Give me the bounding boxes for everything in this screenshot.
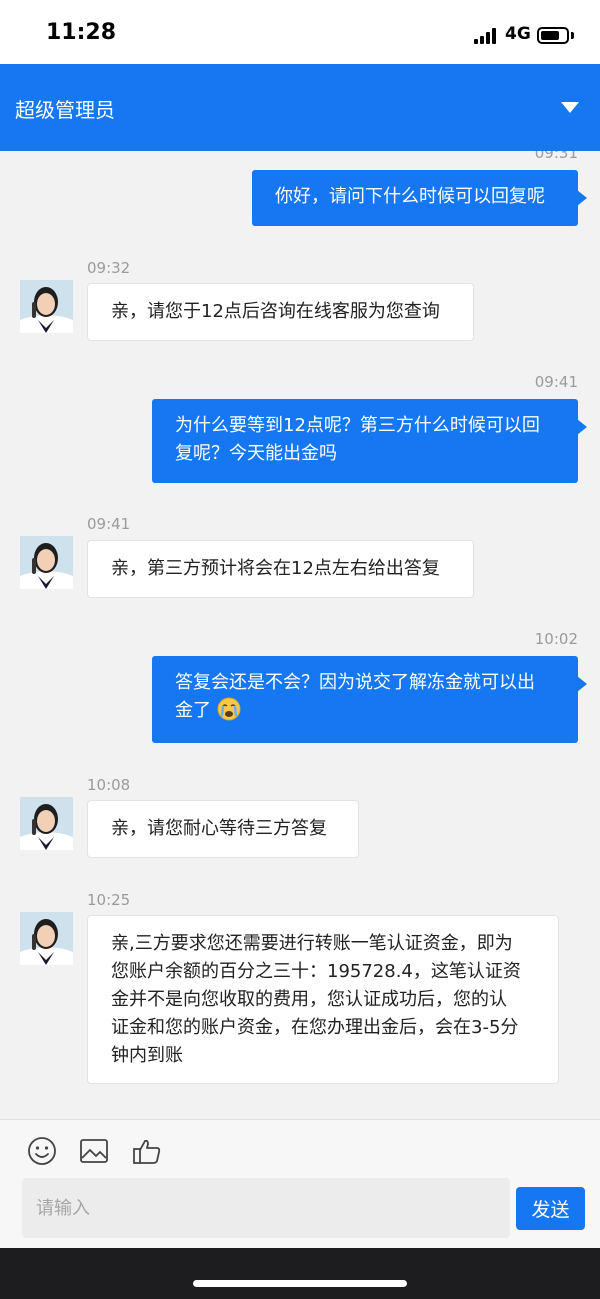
emoji-icon[interactable] (27, 1136, 57, 1166)
message-list[interactable]: 09:31 你好，请问下什么时候可以回复呢 09:32 亲，请您于12点后咨询在… (0, 151, 600, 1119)
incoming-message[interactable]: 亲，请您耐心等待三方答复 (87, 800, 359, 858)
message-input[interactable] (22, 1178, 510, 1238)
triangle-down-icon[interactable] (561, 102, 579, 113)
battery-icon (537, 27, 569, 44)
message-text: 亲，请您耐心等待三方答复 (111, 818, 327, 839)
message-time: 09:41 (87, 515, 131, 533)
message-text: 为什么要等到12点呢？第三方什么时候可以回 (175, 415, 540, 436)
chat-header: 超级管理员 (0, 64, 600, 151)
agent-avatar[interactable] (20, 280, 73, 333)
outgoing-message[interactable]: 你好，请问下什么时候可以回复呢 (252, 170, 587, 226)
message-line: 金了 (175, 697, 578, 730)
battery-level (541, 31, 559, 40)
agent-avatar[interactable] (20, 536, 73, 589)
message-text: 复呢？今天能出金吗 (175, 443, 337, 464)
image-icon[interactable] (79, 1136, 109, 1166)
incoming-message[interactable]: 亲,三方要求您还需要进行转账一笔认证资金，即为 您账户余额的百分之三十：1957… (87, 915, 559, 1084)
composer-toolbar: 发送 (0, 1119, 600, 1248)
chat-title: 超级管理员 (15, 98, 115, 122)
message-text: 您账户余额的百分之三十：195728.4，这笔认证资 (111, 961, 521, 982)
message-time: 10:02 (534, 630, 578, 648)
message-text: 你好，请问下什么时候可以回复呢 (275, 186, 545, 207)
incoming-message[interactable]: 亲，第三方预计将会在12点左右给出答复 (87, 540, 474, 598)
message-time: 09:41 (534, 373, 578, 391)
home-indicator[interactable] (193, 1280, 407, 1287)
message-time: 10:25 (87, 891, 131, 909)
outgoing-message[interactable]: 为什么要等到12点呢？第三方什么时候可以回 复呢？今天能出金吗 (152, 399, 587, 483)
message-text: 亲，第三方预计将会在12点左右给出答复 (111, 558, 440, 579)
status-time: 11:28 (46, 20, 117, 45)
agent-avatar[interactable] (20, 797, 73, 850)
message-text: 钟内到账 (111, 1045, 183, 1066)
outgoing-message[interactable]: 答复会还是不会？因为说交了解冻金就可以出 金了 (152, 656, 587, 743)
signal-icon (474, 28, 500, 44)
message-text: 亲,三方要求您还需要进行转账一笔认证资金，即为 (111, 933, 513, 954)
home-indicator-area (0, 1248, 600, 1299)
message-text: 金并不是向您收取的费用，您认证成功后，您的认 (111, 989, 507, 1010)
message-text: 答复会还是不会？因为说交了解冻金就可以出 (175, 672, 535, 693)
message-text: 亲，请您于12点后咨询在线客服为您查询 (111, 301, 440, 322)
message-time: 10:08 (87, 776, 131, 794)
crying-face-icon (217, 697, 241, 730)
network-label: 4G (505, 24, 531, 44)
battery-cap (571, 32, 574, 39)
send-button[interactable]: 发送 (516, 1187, 585, 1230)
incoming-message[interactable]: 亲，请您于12点后咨询在线客服为您查询 (87, 283, 474, 341)
thumbs-up-icon[interactable] (132, 1136, 162, 1166)
agent-avatar[interactable] (20, 912, 73, 965)
message-time: 09:31 (534, 151, 578, 162)
message-time: 09:32 (87, 259, 131, 277)
status-bar: 11:28 4G (0, 0, 600, 64)
message-text: 金了 (175, 700, 211, 721)
message-text: 证金和您的账户资金，在您办理出金后，会在3-5分 (111, 1017, 519, 1038)
